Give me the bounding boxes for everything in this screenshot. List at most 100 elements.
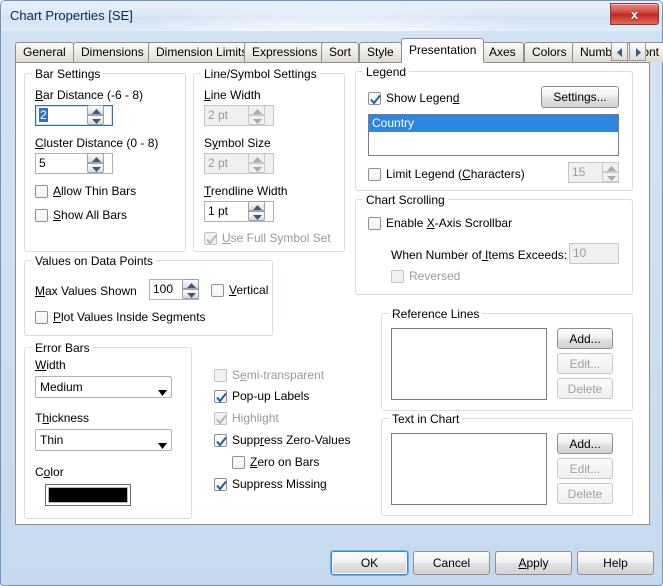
bar-settings-title: Bar Settings xyxy=(32,67,104,81)
ok-button[interactable]: OK xyxy=(331,551,408,575)
spin-up-icon[interactable] xyxy=(182,279,199,289)
spin-down-icon[interactable] xyxy=(87,163,104,173)
line-width-label: Line Width xyxy=(204,88,261,102)
help-button[interactable]: Help xyxy=(577,551,654,575)
show-legend-checkbox[interactable]: Show Legend xyxy=(368,91,459,105)
limit-legend-spin-buttons xyxy=(602,162,619,183)
bar-distance-spinner[interactable]: 2 xyxy=(35,105,113,126)
error-bars-color-label: Color xyxy=(35,465,64,479)
error-bars-thickness-label: Thickness xyxy=(35,411,90,425)
items-exceeds-value: 10 xyxy=(569,243,619,264)
error-bars-thickness-value: Thin xyxy=(40,433,64,447)
text-in-chart-add-button[interactable]: Add... xyxy=(557,433,613,454)
legend-settings-button[interactable]: Settings... xyxy=(541,86,619,108)
checkbox-box xyxy=(214,477,227,491)
error-bars-thickness-combo[interactable]: Thin xyxy=(35,429,172,451)
symbol-size-spin-buttons xyxy=(248,153,265,174)
zero-on-bars-checkbox[interactable]: Zero on Bars xyxy=(232,455,319,469)
tab-colors[interactable]: Colors xyxy=(524,42,575,62)
trendline-width-label: Trendline Width xyxy=(204,184,288,198)
spin-up-icon[interactable] xyxy=(87,153,104,163)
spin-up-icon[interactable] xyxy=(248,201,265,211)
window-title: Chart Properties [SE] xyxy=(10,8,133,23)
checkbox-box xyxy=(214,389,227,403)
checkbox-box xyxy=(214,368,227,382)
apply-label: Apply xyxy=(518,556,549,570)
line-width-spin-buttons xyxy=(248,105,265,126)
checkbox-box xyxy=(368,91,381,105)
chart-properties-dialog: Chart Properties [SE] x General Dimensio… xyxy=(0,0,663,586)
tab-sort[interactable]: Sort xyxy=(321,42,360,62)
tab-axes[interactable]: Axes xyxy=(481,42,524,62)
allow-thin-bars-label: Allow Thin Bars xyxy=(53,184,137,198)
trendline-width-spin-buttons[interactable] xyxy=(248,201,265,222)
title-bar[interactable]: Chart Properties [SE] x xyxy=(1,1,662,31)
tab-expressions[interactable]: Expressions xyxy=(244,42,326,62)
symbol-size-spinner: 2 pt xyxy=(204,153,274,174)
spin-down-icon xyxy=(248,163,265,173)
vertical-checkbox[interactable]: Vertical xyxy=(211,283,268,297)
max-values-spin-buttons[interactable] xyxy=(182,279,199,300)
tab-dimensions[interactable]: Dimensions xyxy=(73,42,152,62)
apply-button[interactable]: Apply xyxy=(495,551,572,575)
limit-legend-checkbox[interactable]: Limit Legend (Characters) xyxy=(368,167,525,181)
reference-lines-list[interactable] xyxy=(391,328,547,400)
trendline-width-spinner[interactable]: 1 pt xyxy=(204,201,274,222)
bar-distance-spin-buttons[interactable] xyxy=(87,105,104,126)
suppress-missing-label: Suppress Missing xyxy=(232,477,327,491)
suppress-missing-checkbox[interactable]: Suppress Missing xyxy=(214,477,327,491)
spin-down-icon[interactable] xyxy=(248,211,265,221)
line-symbol-settings-title: Line/Symbol Settings xyxy=(201,67,320,81)
semi-transparent-label: Semi-transparent xyxy=(232,368,325,382)
checkbox-box xyxy=(391,269,404,283)
reference-lines-edit-button: Edit... xyxy=(557,353,613,374)
cancel-button[interactable]: Cancel xyxy=(413,551,490,575)
reversed-checkbox: Reversed xyxy=(391,269,460,283)
spin-up-icon[interactable] xyxy=(87,105,104,115)
suppress-zero-values-checkbox[interactable]: Suppress Zero-Values xyxy=(214,433,351,447)
tab-scroll-right-button[interactable] xyxy=(629,42,646,61)
text-in-chart-delete-button: Delete xyxy=(557,483,613,504)
error-bars-width-label: Width xyxy=(35,358,66,372)
checkbox-box xyxy=(368,216,381,230)
reference-lines-delete-button: Delete xyxy=(557,378,613,399)
bar-distance-value: 2 xyxy=(39,108,48,122)
chart-scrolling-group: Chart Scrolling Enable X-Axis Scrollbar … xyxy=(355,193,633,295)
semi-transparent-checkbox: Semi-transparent xyxy=(214,368,324,382)
chevron-down-icon xyxy=(158,438,167,452)
spin-down-icon xyxy=(602,172,619,182)
spin-down-icon[interactable] xyxy=(87,115,104,125)
close-button[interactable]: x xyxy=(610,3,659,25)
reference-lines-group: Reference Lines Add... Edit... Delete xyxy=(381,307,633,411)
tab-scroll-left-button[interactable] xyxy=(611,42,628,61)
legend-title: Legend xyxy=(363,65,410,79)
text-in-chart-group: Text in Chart Add... Edit... Delete xyxy=(381,412,633,516)
max-values-shown-spinner[interactable]: 100 xyxy=(149,279,199,300)
spin-down-icon[interactable] xyxy=(182,289,199,299)
tab-style[interactable]: Style xyxy=(359,42,402,62)
popup-labels-checkbox[interactable]: Pop-up Labels xyxy=(214,389,309,403)
use-full-symbol-set-checkbox: Use Full Symbol Set xyxy=(204,231,331,245)
tab-general[interactable]: General xyxy=(15,42,74,62)
allow-thin-bars-checkbox[interactable]: Allow Thin Bars xyxy=(35,184,136,198)
error-bars-width-combo[interactable]: Medium xyxy=(35,376,172,398)
list-item[interactable]: Country xyxy=(369,115,618,132)
reference-lines-title: Reference Lines xyxy=(389,307,483,321)
tab-dimension-limits[interactable]: Dimension Limits xyxy=(148,42,256,62)
suppress-zero-values-label: Suppress Zero-Values xyxy=(232,433,351,447)
error-bars-color-swatch[interactable] xyxy=(45,484,131,506)
checkbox-box xyxy=(35,310,48,324)
legend-list[interactable]: Country xyxy=(368,114,619,156)
reference-lines-add-button[interactable]: Add... xyxy=(557,328,613,349)
plot-values-inside-segments-checkbox[interactable]: Plot Values Inside Segments xyxy=(35,310,206,324)
text-in-chart-list[interactable] xyxy=(391,433,547,505)
spin-up-icon xyxy=(248,105,265,115)
tab-presentation[interactable]: Presentation xyxy=(401,38,485,63)
cluster-distance-spin-buttons[interactable] xyxy=(87,153,104,174)
line-width-spinner: 2 pt xyxy=(204,105,274,126)
enable-x-axis-scrollbar-checkbox[interactable]: Enable X-Axis Scrollbar xyxy=(368,216,512,230)
titlebar-gloss xyxy=(121,1,541,31)
cluster-distance-spinner[interactable]: 5 xyxy=(35,153,113,174)
show-all-bars-label: Show All Bars xyxy=(53,208,128,222)
show-all-bars-checkbox[interactable]: Show All Bars xyxy=(35,208,127,222)
